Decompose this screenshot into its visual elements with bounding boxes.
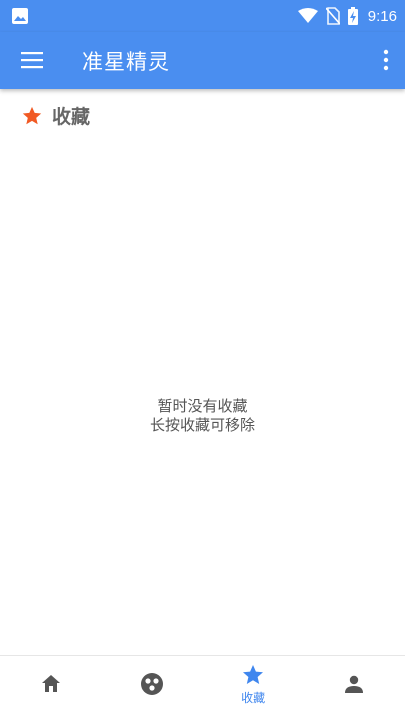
nav-home[interactable] <box>0 656 101 712</box>
nav-profile[interactable] <box>304 656 405 712</box>
nav-favorites[interactable]: 收藏 <box>203 656 304 712</box>
no-sim-icon <box>325 7 340 25</box>
app-bar: 准星精灵 <box>0 32 405 89</box>
star-icon <box>22 106 42 124</box>
status-time: 9:16 <box>367 7 397 25</box>
status-bar: 9:16 <box>0 0 405 32</box>
nav-games[interactable] <box>101 656 202 712</box>
image-notification-icon <box>12 8 28 24</box>
home-icon <box>41 675 60 692</box>
wifi-icon <box>297 8 318 23</box>
battery-charging-icon <box>347 7 358 25</box>
empty-state-message: 暂时没有收藏 <box>157 397 248 415</box>
more-vert-icon[interactable] <box>381 48 391 72</box>
person-icon <box>345 675 364 693</box>
nav-favorites-label: 收藏 <box>241 690 266 705</box>
app-title: 准星精灵 <box>82 50 170 74</box>
empty-state-hint: 长按收藏可移除 <box>149 416 255 434</box>
menu-icon[interactable] <box>21 49 45 71</box>
favorites-header: 收藏 <box>21 102 90 129</box>
bottom-navigation: 收藏 <box>0 655 405 712</box>
empty-state: 暂时没有收藏 长按收藏可移除 <box>0 397 405 435</box>
section-title: 收藏 <box>52 106 91 128</box>
game-icon <box>140 673 163 695</box>
star-icon <box>243 664 264 684</box>
